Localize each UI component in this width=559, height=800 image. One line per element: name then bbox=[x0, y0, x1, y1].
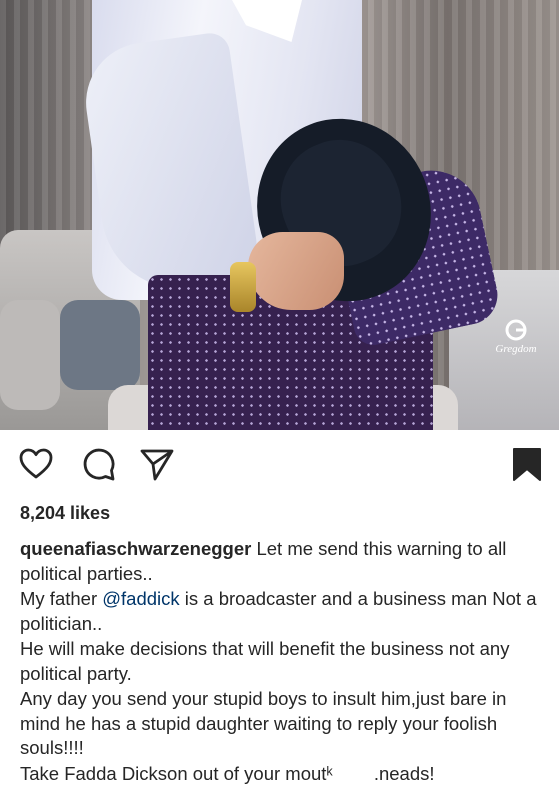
pillow-blue bbox=[60, 300, 140, 390]
caption-line: He will make decisions that will benefit… bbox=[20, 638, 510, 684]
pillow bbox=[0, 300, 60, 410]
post-action-bar bbox=[0, 440, 559, 490]
post-photo[interactable]: Gregdom bbox=[0, 0, 559, 430]
like-count[interactable]: 8,204 likes bbox=[20, 503, 110, 524]
paper-plane-icon[interactable] bbox=[139, 446, 175, 482]
caption-line: queenafiaschwarzenegger Let me send this… bbox=[20, 537, 550, 586]
mention-link[interactable]: @faddick bbox=[102, 588, 179, 609]
username-link[interactable]: queenafiaschwarzenegger bbox=[20, 538, 251, 559]
gold-watch bbox=[230, 262, 256, 312]
caption-line: My father @faddick is a broadcaster and … bbox=[20, 587, 550, 636]
bookmark-icon[interactable] bbox=[510, 446, 544, 482]
caption-text: My father bbox=[20, 588, 103, 609]
comment-icon[interactable] bbox=[81, 446, 117, 482]
caption-line: Take Fadda Dickson out of your moutᵏ .ne… bbox=[20, 762, 435, 784]
watermark-logo: Gregdom bbox=[495, 319, 537, 355]
caption-line: Any day you send your stupid boys to ins… bbox=[20, 688, 507, 758]
post-caption: queenafiaschwarzenegger Let me send this… bbox=[20, 537, 550, 787]
hand bbox=[248, 232, 344, 310]
heart-icon[interactable] bbox=[18, 446, 54, 482]
watermark-text: Gregdom bbox=[495, 343, 536, 355]
